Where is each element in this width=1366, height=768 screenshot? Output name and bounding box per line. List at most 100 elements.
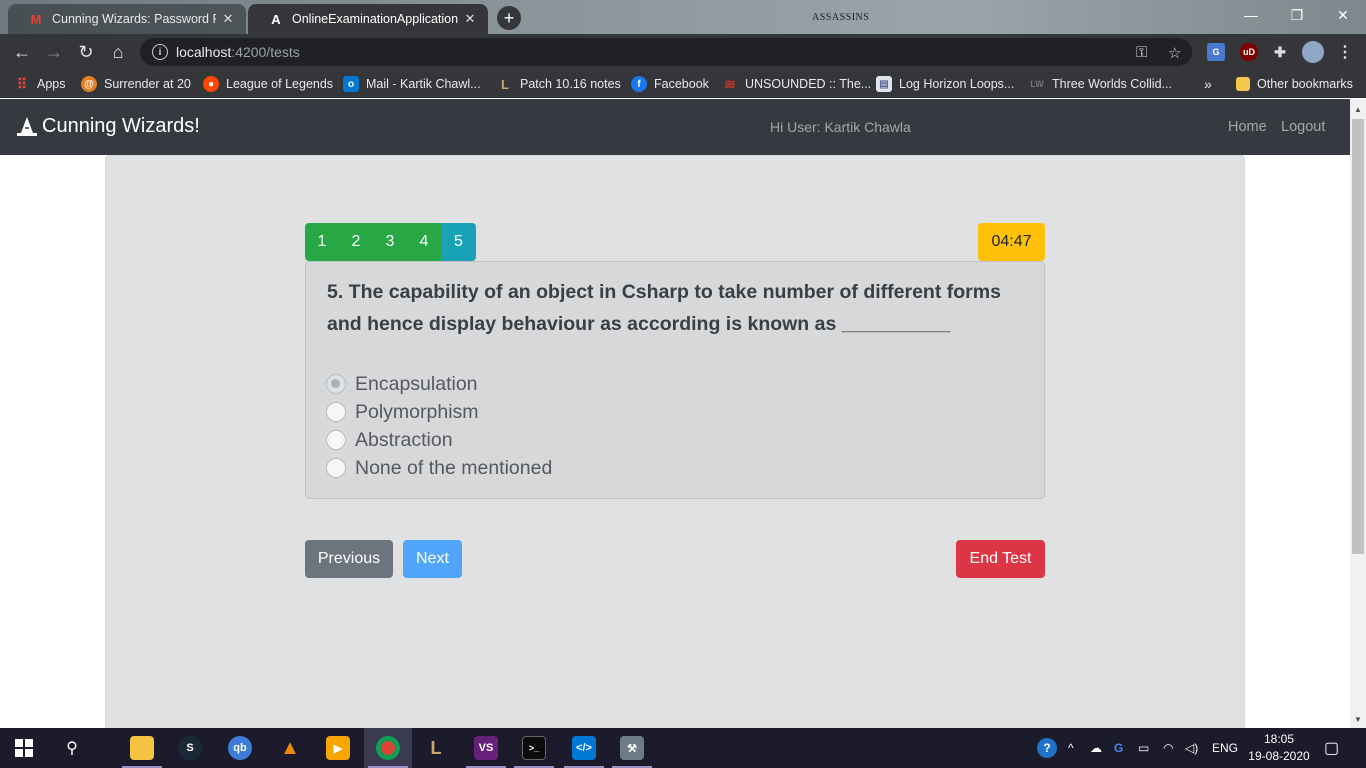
question-card: 5. The capability of an object in Csharp… [305,261,1045,499]
bookmark-label: Mail - Kartik Chawl... [366,77,481,91]
bookmarks-overflow-button[interactable]: » [1204,75,1212,93]
bookmark-apps[interactable]: ⠿ Apps [14,75,66,93]
question-number-button[interactable]: 4 [407,223,441,261]
bookmark-three-worlds[interactable]: LW Three Worlds Collid... [1029,75,1172,93]
bookmark-patch-notes[interactable]: L Patch 10.16 notes [497,75,621,93]
question-number-button[interactable]: 1 [305,223,339,261]
radio-button-selected[interactable] [326,374,346,394]
apps-grid-icon: ⠿ [16,75,28,92]
start-button[interactable] [0,728,48,768]
bookmark-log-horizon[interactable]: ▤ Log Horizon Loops... [876,75,1014,93]
puzzle-extensions-icon[interactable]: ✚ [1271,43,1289,61]
search-icon[interactable]: ⚲ [48,728,96,768]
onedrive-icon[interactable]: ☁ [1090,728,1102,768]
bookmark-label: UNSOUNDED :: The... [745,77,872,91]
nav-home-link[interactable]: Home [1228,119,1267,135]
bookmark-surrender[interactable]: @ Surrender at 20 [81,75,191,93]
forward-arrow-icon[interactable]: → [42,40,66,64]
menu-kebab-icon[interactable]: ⋮ [1336,43,1354,61]
answer-option[interactable]: Polymorphism [326,398,552,426]
key-icon[interactable]: ⚿ [1136,44,1147,61]
home-icon[interactable]: ⌂ [106,40,130,64]
new-tab-button[interactable]: + [497,6,521,30]
option-label: None of the mentioned [355,456,553,479]
terminal-icon[interactable]: >_ [510,728,558,768]
info-icon[interactable]: i [152,44,168,60]
question-navigator: 1 2 3 4 5 [305,223,476,261]
reload-icon[interactable]: ↻ [74,40,98,64]
bookmark-unsounded[interactable]: ≋ UNSOUNDED :: The... [722,75,871,93]
chevron-up-icon[interactable]: ^ [1068,728,1074,768]
option-label: Abstraction [355,428,453,451]
bookmark-league-reddit[interactable]: ● League of Legends [203,75,333,93]
volume-icon[interactable]: ◁) [1185,728,1198,768]
page-icon: ▤ [876,76,892,92]
file-explorer-icon[interactable] [118,728,166,768]
help-icon[interactable]: ? [1037,728,1057,768]
browser-tab-strip: M Cunning Wizards: Password Rese ✕ A Onl… [0,0,1366,34]
bookmark-mail[interactable]: o Mail - Kartik Chawl... [343,75,481,93]
profile-avatar[interactable] [1302,41,1324,63]
folder-icon [1236,77,1250,91]
bookmark-facebook[interactable]: f Facebook [631,75,709,93]
page-content: 1 2 3 4 5 04:47 5. The capability of an … [0,155,1350,728]
next-button[interactable]: Next [403,540,462,578]
scroll-thumb[interactable] [1352,119,1364,554]
battery-icon[interactable]: ▭ [1138,728,1149,768]
question-number-button[interactable]: 2 [339,223,373,261]
nav-logout-link[interactable]: Logout [1281,119,1325,135]
league-icon: L [501,76,509,92]
outlook-icon: o [343,76,359,92]
wifi-icon[interactable]: ◠ [1163,728,1173,768]
league-client-icon[interactable]: L [412,728,460,768]
media-player-icon[interactable]: ▶ [314,728,362,768]
ublock-extension-icon[interactable]: uD [1240,43,1258,61]
window-close-button[interactable]: ✕ [1320,0,1366,30]
translate-extension-icon[interactable]: G [1207,43,1225,61]
language-indicator[interactable]: ENG [1212,728,1238,768]
system-clock[interactable]: 18:05 19-08-2020 [1244,731,1314,765]
notification-icon[interactable]: ▢ [1324,728,1339,768]
option-label: Encapsulation [355,372,478,395]
browser-tab-gmail[interactable]: M Cunning Wizards: Password Rese ✕ [8,4,246,34]
tools-icon[interactable]: ⚒ [608,728,656,768]
browser-tab-exam[interactable]: A OnlineExaminationApplication ✕ [248,4,488,34]
scroll-down-arrow-icon[interactable]: ▼ [1350,711,1366,727]
theme-brand-text: ASSASSINS [812,12,870,23]
visual-studio-icon[interactable]: VS [462,728,510,768]
steam-icon[interactable]: S [166,728,214,768]
minimize-button[interactable]: — [1228,0,1274,30]
star-icon[interactable]: ☆ [1168,44,1181,62]
lw-icon: LW [1030,79,1044,89]
end-test-button[interactable]: End Test [956,540,1045,578]
vlc-icon[interactable]: ▲ [266,728,314,768]
close-icon[interactable]: ✕ [458,11,482,27]
radio-button[interactable] [326,402,346,422]
browser-toolbar: ← → ↻ ⌂ i localhost:4200/tests ⚿ ☆ G uD … [0,34,1366,70]
scroll-up-arrow-icon[interactable]: ▲ [1350,101,1366,117]
answer-option[interactable]: Abstraction [326,426,552,454]
question-number-button-current[interactable]: 5 [441,223,476,261]
answer-option[interactable]: None of the mentioned [326,454,552,482]
vscode-icon[interactable]: </> [560,728,608,768]
app-brand[interactable]: Cunning Wizards! [16,115,200,138]
bookmark-label: Patch 10.16 notes [520,77,621,91]
previous-button[interactable]: Previous [305,540,393,578]
countdown-timer: 04:47 [978,223,1045,261]
other-bookmarks[interactable]: Other bookmarks [1236,75,1353,93]
answer-option[interactable]: Encapsulation [326,370,552,398]
question-number-button[interactable]: 3 [373,223,407,261]
chrome-icon[interactable] [364,728,412,768]
facebook-icon: f [631,76,647,92]
qbittorrent-icon[interactable]: qb [216,728,264,768]
radio-button[interactable] [326,458,346,478]
radio-button[interactable] [326,430,346,450]
restore-button[interactable]: ❐ [1274,0,1320,30]
google-drive-icon[interactable]: G [1114,728,1123,768]
back-arrow-icon[interactable]: ← [10,40,34,64]
angular-icon: A [271,11,281,27]
page-scrollbar[interactable]: ▲ ▼ [1350,99,1366,728]
address-bar[interactable]: i localhost:4200/tests ⚿ ☆ [140,38,1192,66]
close-icon[interactable]: ✕ [216,11,240,27]
bookmark-label: League of Legends [226,77,334,91]
